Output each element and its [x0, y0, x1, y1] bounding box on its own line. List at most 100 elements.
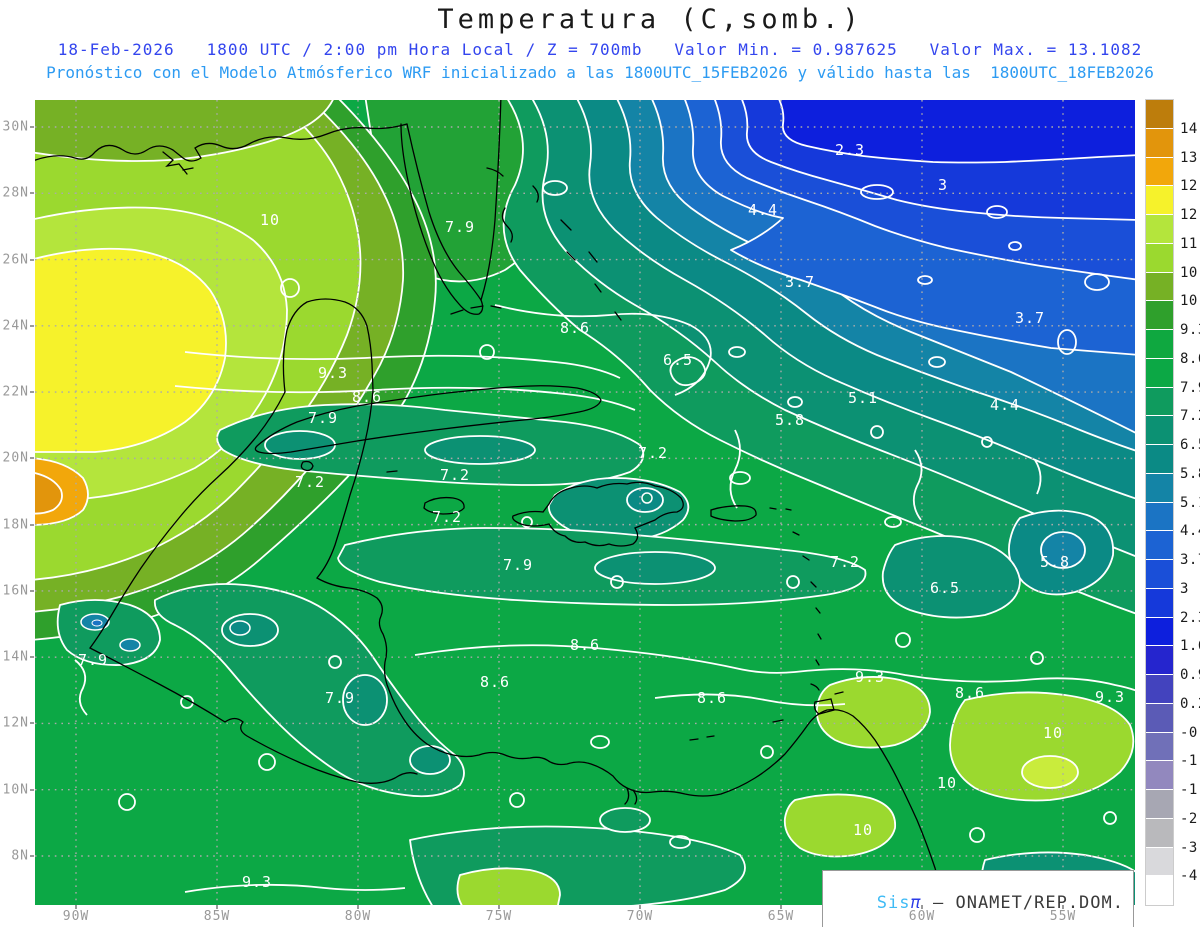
contour-value-label: 7.2 — [294, 473, 326, 491]
contour-value-label: 7.9 — [502, 556, 534, 574]
contour-value-label: 7.2 — [637, 444, 669, 462]
colorbar-level-label: 12.8 — [1180, 178, 1200, 195]
subtitle-valid-time: 18-Feb-2026 1800 UTC / 2:00 pm Hora Loca… — [57, 40, 1143, 59]
colorbar-level-label: -3.3 — [1180, 839, 1200, 856]
lon-axis-tick — [639, 905, 641, 909]
colorbar-level-label: 12.1 — [1180, 207, 1200, 223]
colorbar-block — [1146, 445, 1173, 474]
contour-value-label: 4.4 — [747, 201, 779, 219]
contour-value-label: 10 — [936, 774, 958, 792]
colorbar-block — [1146, 818, 1173, 848]
lon-axis-label: 90W — [62, 909, 90, 924]
contour-value-label: 9.3 — [241, 873, 273, 891]
colorbar-block — [1146, 847, 1173, 877]
colorbar-level-label: 7.9 — [1180, 379, 1200, 396]
lat-axis-label: 12N — [2, 715, 29, 731]
lat-axis-tick — [30, 192, 34, 195]
colorbar-block — [1146, 617, 1173, 647]
contour-value-label: 7.9 — [324, 689, 356, 707]
contour-value-label: 9.3 — [317, 364, 349, 382]
contour-value-label: 5.8 — [1039, 553, 1071, 571]
lat-axis-tick — [30, 258, 34, 261]
colorbar-block — [1146, 387, 1173, 417]
colorbar-block — [1146, 502, 1173, 532]
colorbar-level-label: 10.7 — [1180, 264, 1200, 281]
contour-value-label: 6.5 — [662, 351, 694, 369]
colorbar-block — [1146, 157, 1173, 187]
lat-axis-tick — [30, 126, 34, 128]
lon-axis-tick — [780, 905, 782, 909]
lat-axis-tick — [30, 457, 34, 460]
colorbar-block — [1146, 646, 1173, 675]
colorbar-block — [1146, 732, 1173, 762]
contour-value-label: 7.2 — [431, 508, 463, 526]
lon-axis-tick — [498, 905, 500, 909]
colorbar-block — [1146, 876, 1173, 905]
colorbar-block — [1146, 531, 1173, 560]
colorbar-level-label: -1.2 — [1180, 753, 1200, 770]
colorbar-block — [1146, 588, 1173, 618]
colorbar-level-label: 3 — [1180, 580, 1189, 597]
lon-axis-tick — [357, 905, 359, 909]
contour-value-label: 7.9 — [77, 651, 109, 669]
lat-axis-tick — [30, 855, 34, 857]
lat-axis-label: 26N — [2, 252, 29, 268]
lat-axis-tick — [30, 391, 34, 394]
colorbar-level-label: 11.4 — [1180, 235, 1200, 252]
colorbar-level-label: 14.2 — [1180, 120, 1200, 137]
lon-axis-tick — [1062, 905, 1064, 909]
contour-value-label: 8.6 — [351, 388, 383, 406]
colorbar-level-label: -4 — [1180, 868, 1198, 885]
colorbar-block — [1146, 272, 1173, 302]
colorbar-level-label: 0.2 — [1180, 695, 1200, 712]
lat-axis-label: 10N — [2, 782, 29, 798]
contour-value-label: 3.7 — [784, 273, 816, 291]
contour-value-label: 9.3 — [1094, 688, 1126, 706]
colorbar-block — [1146, 703, 1173, 733]
lat-axis-tick — [30, 523, 34, 526]
colorbar-block — [1146, 358, 1173, 388]
contour-value-label: 8.6 — [954, 684, 986, 702]
colorbar — [1145, 99, 1174, 906]
subtitle-model-info: Pronóstico con el Modelo Atmósferico WRF… — [46, 63, 1154, 82]
contour-value-label: 7.9 — [307, 409, 339, 427]
lat-axis-tick — [30, 722, 34, 725]
lon-axis-label: 65W — [767, 909, 795, 924]
colorbar-block — [1146, 186, 1173, 215]
contour-value-label: 10 — [259, 211, 281, 229]
contour-value-label: 4.4 — [989, 396, 1021, 414]
colorbar-block — [1146, 243, 1173, 273]
colorbar-block — [1146, 761, 1173, 790]
lon-axis-label: 85W — [203, 909, 231, 924]
contour-value-label: 3 — [937, 176, 949, 194]
colorbar-block — [1146, 560, 1173, 589]
contour-value-label: 8.6 — [569, 636, 601, 654]
contour-value-label: 5.8 — [774, 411, 806, 429]
lon-axis-label: 70W — [626, 909, 654, 924]
lat-axis-label: 22N — [2, 384, 29, 400]
colorbar-level-label: 7.2 — [1180, 408, 1200, 425]
lat-axis-tick — [30, 788, 34, 791]
colorbar-level-label: 9.3 — [1180, 322, 1200, 338]
colorbar-level-label: 4.4 — [1180, 523, 1200, 540]
credit-text: – ONAMET/REP.DOM. — [921, 893, 1124, 913]
colorbar-level-label: 5.1 — [1180, 494, 1200, 511]
colorbar-level-label: -1.9 — [1180, 782, 1200, 798]
colorbar-level-label: 13.5 — [1180, 149, 1200, 166]
colorbar-level-label: 1.6 — [1180, 638, 1200, 655]
contour-value-label: 9.3 — [854, 668, 886, 686]
contour-value-label: 7.2 — [829, 553, 861, 571]
lat-axis-label: 30N — [2, 119, 29, 135]
contour-value-label: 7.2 — [439, 466, 471, 484]
contour-value-label: 8.6 — [696, 689, 728, 707]
colorbar-level-label: 10 — [1180, 293, 1198, 310]
lon-axis-label: 60W — [908, 909, 936, 924]
lon-axis-tick — [75, 905, 77, 909]
map-area: 2.3 3 4.4 10 7.9 3.7 3.7 8.6 6.5 9.3 8.6 5.1 4.4 7.9 5… — [35, 100, 1135, 905]
lon-axis-label: 80W — [344, 909, 372, 924]
contour-value-label: 8.6 — [479, 673, 511, 691]
colorbar-level-label: 3.7 — [1180, 552, 1200, 568]
lat-axis-label: 8N — [11, 848, 29, 864]
colorbar-block — [1146, 473, 1173, 503]
lon-axis-tick — [921, 905, 923, 909]
